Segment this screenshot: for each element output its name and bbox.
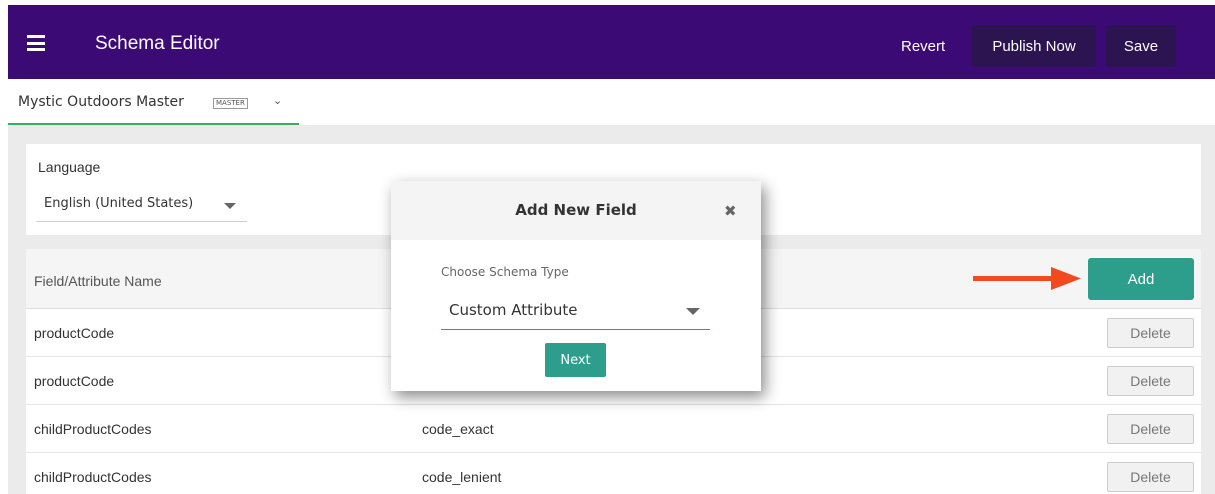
close-icon[interactable]: ✖	[724, 202, 737, 220]
delete-button[interactable]: Delete	[1107, 462, 1194, 492]
field-name: childProductCodes	[34, 469, 152, 485]
delete-button[interactable]: Delete	[1107, 366, 1194, 396]
master-badge: MASTER	[213, 98, 248, 109]
field-name: productCode	[34, 373, 115, 389]
delete-button[interactable]: Delete	[1107, 414, 1194, 444]
add-new-field-dialog: Add New Field ✖ Choose Schema Type Custo…	[391, 181, 761, 391]
column-header-name: Field/Attribute Name	[34, 273, 162, 289]
add-button[interactable]: Add	[1088, 258, 1194, 300]
dialog-header: Add New Field ✖	[391, 181, 761, 240]
schema-type-select[interactable]: Custom Attribute	[441, 293, 710, 330]
dialog-title: Add New Field	[515, 201, 637, 219]
next-button[interactable]: Next	[545, 343, 606, 377]
schema-type-value: Custom Attribute	[449, 301, 578, 319]
field-type: code_lenient	[422, 469, 502, 485]
language-value: English (United States)	[44, 196, 194, 211]
publish-now-button[interactable]: Publish Now	[972, 25, 1096, 67]
caret-down-icon	[224, 203, 236, 209]
revert-button[interactable]: Revert	[901, 38, 945, 55]
account-bar: Mystic Outdoors Master MASTER ⌄	[0, 79, 1215, 125]
field-type: code_exact	[422, 421, 494, 437]
caret-down-icon	[686, 308, 700, 315]
hamburger-menu-icon[interactable]	[27, 35, 45, 51]
save-button[interactable]: Save	[1106, 25, 1176, 67]
app-title: Schema Editor	[95, 33, 220, 54]
table-row: childProductCodes code_lenient Delete	[26, 453, 1201, 494]
schema-type-label: Choose Schema Type	[441, 265, 569, 279]
arrow-right-icon	[973, 267, 1081, 290]
language-label: Language	[38, 159, 101, 175]
app-header: Schema Editor Revert Publish Now Save	[8, 5, 1215, 79]
delete-button[interactable]: Delete	[1107, 318, 1194, 348]
account-selector[interactable]: Mystic Outdoors Master MASTER ⌄	[8, 79, 299, 125]
field-name: childProductCodes	[34, 421, 152, 437]
account-name: Mystic Outdoors Master	[18, 94, 184, 110]
language-select[interactable]: English (United States)	[36, 192, 247, 222]
table-row: childProductCodes code_exact Delete	[26, 405, 1201, 453]
chevron-down-icon: ⌄	[273, 94, 283, 107]
field-name: productCode	[34, 325, 115, 341]
